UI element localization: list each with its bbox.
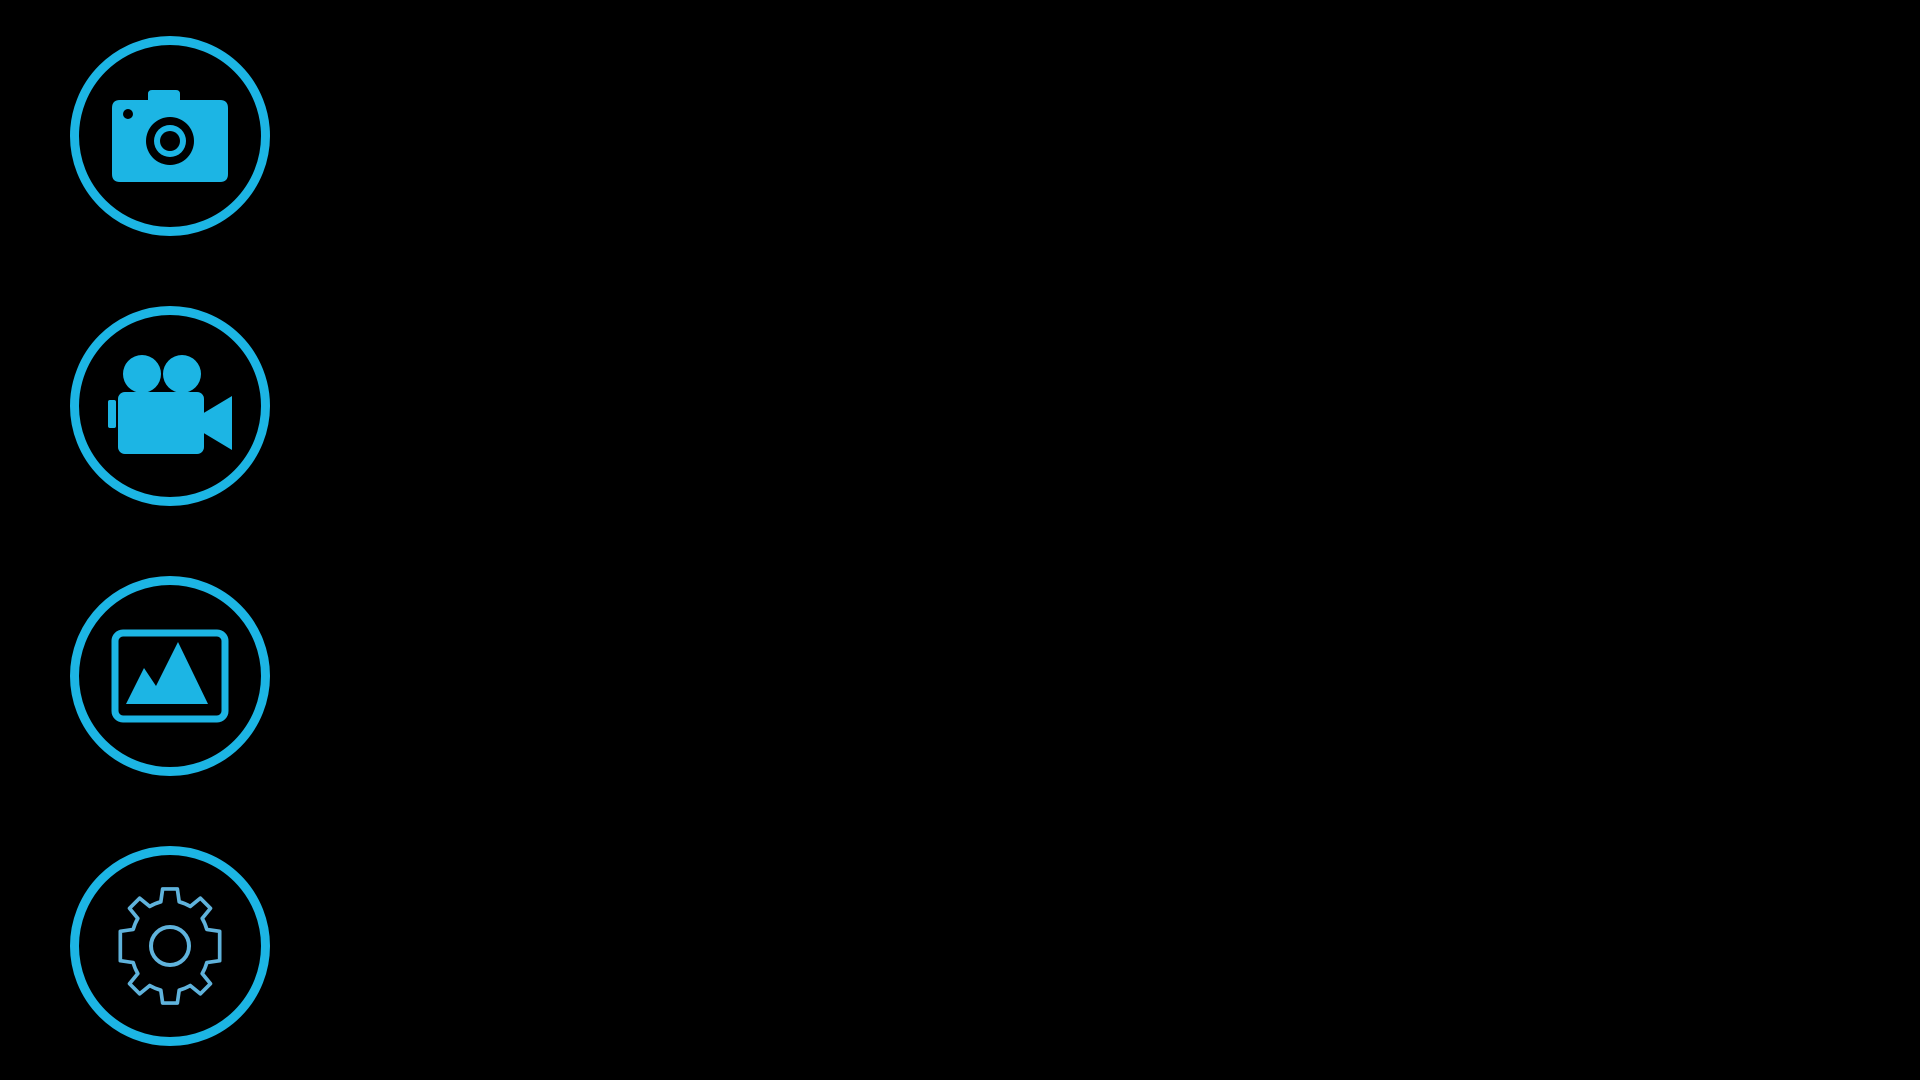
gear-icon	[118, 887, 222, 1005]
side-menu	[0, 0, 300, 1080]
gallery-button[interactable]	[70, 576, 270, 776]
camera-button[interactable]	[70, 36, 270, 236]
video-camera-icon	[108, 355, 232, 454]
settings-button[interactable]	[70, 846, 270, 1046]
image-gallery-icon	[111, 629, 229, 723]
video-camera-button[interactable]	[70, 306, 270, 506]
screen	[0, 0, 1920, 1080]
camera-icon	[112, 90, 228, 182]
